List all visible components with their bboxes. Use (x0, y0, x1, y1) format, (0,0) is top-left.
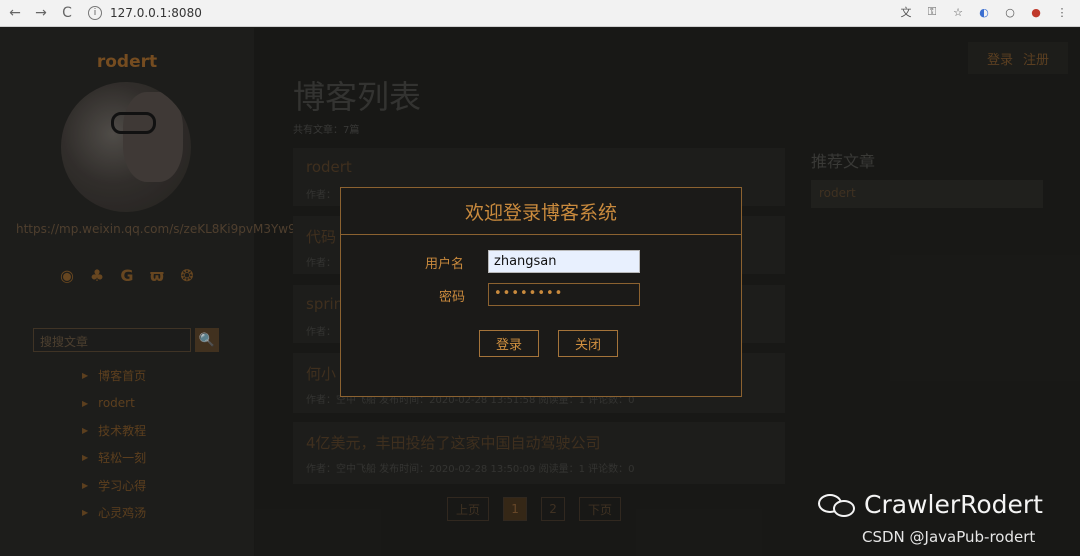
site-info-icon[interactable]: i (88, 6, 102, 20)
browser-toolbar: ← → C i 127.0.0.1:8080 文 ⚿ ☆ ◐ ○ ● ⋮ (0, 0, 1080, 27)
forward-icon[interactable]: → (30, 2, 52, 24)
url-text: 127.0.0.1:8080 (110, 6, 202, 20)
blog-page: rodert https://mp.weixin.qq.com/s/zeKL8K… (0, 28, 1080, 556)
login-button[interactable]: 登录 (479, 330, 539, 357)
dialog-title: 欢迎登录博客系统 (341, 188, 741, 235)
back-icon[interactable]: ← (4, 2, 26, 24)
circle-extension-icon[interactable]: ○ (1002, 4, 1018, 20)
profile-icon[interactable]: ● (1028, 4, 1044, 20)
key-icon[interactable]: ⚿ (924, 4, 940, 20)
address-bar[interactable]: i 127.0.0.1:8080 (88, 3, 978, 23)
username-label: 用户名 (425, 257, 465, 272)
reload-icon[interactable]: C (56, 2, 78, 24)
brand-watermark: CrawlerRodert (818, 490, 1043, 519)
menu-icon[interactable]: ⋮ (1054, 4, 1070, 20)
extension-icon[interactable]: ◐ (976, 4, 992, 20)
brand-text: CrawlerRodert (864, 490, 1043, 519)
translate-icon[interactable]: 文 (898, 4, 914, 20)
login-dialog: 欢迎登录博客系统 用户名 密码 •••••••• 登录 关闭 (340, 187, 742, 397)
close-button[interactable]: 关闭 (558, 330, 618, 357)
password-input[interactable]: •••••••• (488, 283, 640, 306)
wechat-logo-icon (818, 492, 858, 518)
username-input[interactable] (488, 250, 640, 273)
source-watermark: CSDN @JavaPub-rodert (862, 528, 1036, 546)
star-icon[interactable]: ☆ (950, 4, 966, 20)
password-label: 密码 (439, 290, 466, 305)
